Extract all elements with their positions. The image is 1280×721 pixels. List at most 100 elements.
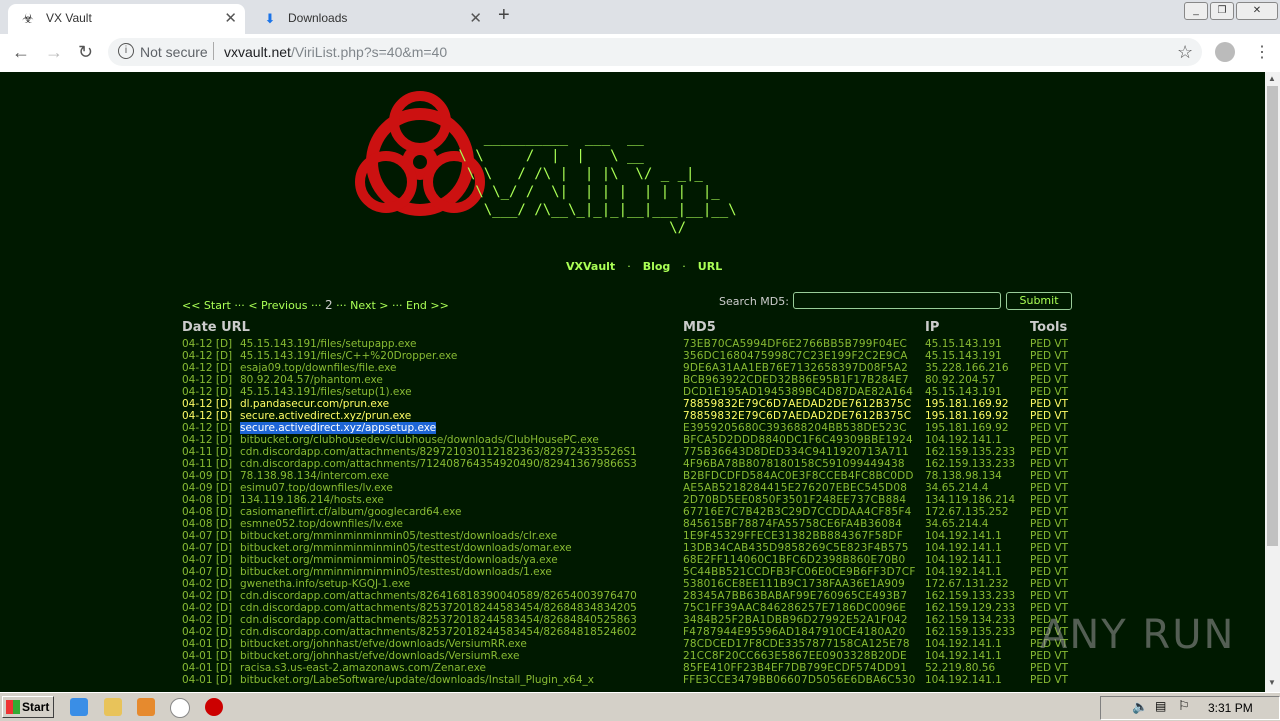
row-url-link[interactable]: cdn.discordapp.com/attachments/826416818… [240, 590, 637, 602]
row-ip-link[interactable]: 78.138.98.134 [925, 470, 1002, 482]
row-tools-links[interactable]: PED VT [1030, 530, 1068, 542]
address-bar[interactable]: i Not secure vxvault.net/ViriList.php?s=… [108, 38, 1202, 66]
row-ip-link[interactable]: 162.159.135.233 [925, 626, 1015, 638]
pager-start-link[interactable]: << Start [182, 299, 231, 312]
row-tools-links[interactable]: PED VT [1030, 458, 1068, 470]
row-md5-link[interactable]: 845615BF78874FA55758CE6FA4B36084 [683, 518, 902, 530]
row-tools-links[interactable]: PED VT [1030, 434, 1068, 446]
row-url-link[interactable]: 45.15.143.191/files/setup(1).exe [240, 386, 412, 398]
row-md5-link[interactable]: 1E9F45329FFECE31382BB884367F58DF [683, 530, 903, 542]
row-ip-link[interactable]: 134.119.186.214 [925, 494, 1015, 506]
row-url-link[interactable]: bitbucket.org/mminminminmin05/testtest/d… [240, 554, 558, 566]
row-url-link[interactable]: gwenetha.info/setup-KGQJ-1.exe [240, 578, 410, 590]
row-url-link[interactable]: bitbucket.org/clubhousedev/clubhouse/dow… [240, 434, 599, 446]
close-icon[interactable]: ✕ [469, 9, 482, 27]
row-ip-link[interactable]: 104.192.141.1 [925, 542, 1002, 554]
row-md5-link[interactable]: F4787944E95596AD1847910CE4180A20 [683, 626, 906, 638]
volume-icon[interactable]: 🔈 [1132, 699, 1148, 715]
row-url-link[interactable]: bitbucket.org/mminminminmin05/testtest/d… [240, 566, 552, 578]
restore-button[interactable]: ❐ [1210, 2, 1234, 20]
row-url-link[interactable]: cdn.discordapp.com/attachments/825372018… [240, 602, 637, 614]
row-md5-link[interactable]: FFE3CCE3479BB06607D5056E6DBA6C530 [683, 674, 915, 686]
row-md5-link[interactable]: 68E2FF114060C1BFC6D2398B860E70B0 [683, 554, 905, 566]
row-ip-link[interactable]: 104.192.141.1 [925, 554, 1002, 566]
row-ip-link[interactable]: 162.159.134.233 [925, 614, 1015, 626]
row-url-link[interactable]: bitbucket.org/mminminminmin05/testtest/d… [240, 542, 572, 554]
row-md5-link[interactable]: 775B36643D8DED334C9411920713A711 [683, 446, 909, 458]
row-url-link[interactable]: bitbucket.org/LabeSoftware/update/downlo… [240, 674, 594, 686]
row-tools-links[interactable]: PED VT [1030, 398, 1068, 410]
start-button[interactable]: Start [2, 696, 54, 718]
scrollbar-thumb[interactable] [1267, 86, 1278, 546]
row-ip-link[interactable]: 80.92.204.57 [925, 374, 995, 386]
row-url-link[interactable]: cdn.discordapp.com/attachments/829721030… [240, 446, 637, 458]
row-tools-links[interactable]: PED VT [1030, 362, 1068, 374]
menu-icon[interactable]: ⋮ [1254, 42, 1270, 62]
row-url-link[interactable]: dl.pandasecur.com/prun.exe [240, 398, 389, 410]
row-md5-link[interactable]: 75C1FF39AAC846286257E7186DC0096E [683, 602, 906, 614]
tab-vx-vault[interactable]: ☣ VX Vault ✕ [8, 4, 245, 34]
row-ip-link[interactable]: 45.15.143.191 [925, 386, 1002, 398]
row-ip-link[interactable]: 195.181.169.92 [925, 422, 1009, 434]
row-ip-link[interactable]: 172.67.131.232 [925, 578, 1009, 590]
window-close-button[interactable]: ✕ [1236, 2, 1278, 20]
chrome-icon[interactable] [170, 698, 190, 718]
row-ip-link[interactable]: 195.181.169.92 [925, 410, 1009, 422]
row-ip-link[interactable]: 104.192.141.1 [925, 650, 1002, 662]
row-tools-links[interactable]: PED VT [1030, 518, 1068, 530]
row-tools-links[interactable]: PED VT [1030, 554, 1068, 566]
nav-url-link[interactable]: URL [698, 260, 722, 273]
row-url-link[interactable]: esmne052.top/downfiles/lv.exe [240, 518, 403, 530]
row-ip-link[interactable]: 195.181.169.92 [925, 398, 1009, 410]
row-ip-link[interactable]: 52.219.80.56 [925, 662, 995, 674]
flag-icon[interactable]: ⚐ [1178, 698, 1190, 714]
row-url-link[interactable]: cdn.discordapp.com/attachments/825372018… [240, 626, 637, 638]
pager-prev-link[interactable]: < Previous [248, 299, 307, 312]
row-tools-links[interactable]: PED VT [1030, 386, 1068, 398]
stop-icon[interactable] [205, 698, 223, 716]
row-ip-link[interactable]: 45.15.143.191 [925, 338, 1002, 350]
row-md5-link[interactable]: BCB963922CDED32B86E95B1F17B284E7 [683, 374, 909, 386]
close-icon[interactable]: ✕ [224, 9, 237, 27]
explorer-icon[interactable] [104, 698, 122, 716]
row-md5-link[interactable]: E3959205680C393688204BB538DE523C [683, 422, 907, 434]
nav-blog-link[interactable]: Blog [643, 260, 671, 273]
row-md5-link[interactable]: 28345A7BB63BABAF99E760965CE493B7 [683, 590, 907, 602]
reload-icon[interactable]: ↻ [78, 42, 93, 63]
row-ip-link[interactable]: 162.159.135.233 [925, 446, 1015, 458]
row-md5-link[interactable]: 2D70BD5EE0850F3501F248EE737CB884 [683, 494, 906, 506]
row-url-link[interactable]: 45.15.143.191/files/setupapp.exe [240, 338, 416, 350]
row-md5-link[interactable]: 78CDCED17F8CDE3357877158CA125E78 [683, 638, 910, 650]
row-url-link[interactable]: bitbucket.org/johnhast/efve/downloads/Ve… [240, 650, 520, 662]
row-ip-link[interactable]: 104.192.141.1 [925, 530, 1002, 542]
ie-icon[interactable] [70, 698, 88, 716]
minimize-button[interactable]: _ [1184, 2, 1208, 20]
row-md5-link[interactable]: 5C44BB521CCDFB3FC06E0CE9B6FF3D7CF [683, 566, 916, 578]
info-icon[interactable]: i [118, 43, 134, 59]
search-md5-input[interactable] [793, 292, 1001, 309]
scroll-up-icon[interactable]: ▲ [1268, 74, 1276, 83]
row-url-link[interactable]: secure.activedirect.xyz/appsetup.exe [240, 422, 437, 434]
row-md5-link[interactable]: 4F96BA78B8078180158C591099449438 [683, 458, 905, 470]
row-ip-link[interactable]: 34.65.214.4 [925, 482, 988, 494]
row-tools-links[interactable]: PED VT [1030, 422, 1068, 434]
row-tools-links[interactable]: PED VT [1030, 542, 1068, 554]
row-md5-link[interactable]: 13DB34CAB435D9858269C5E823F4B575 [683, 542, 909, 554]
tab-downloads[interactable]: ⬇ Downloads ✕ [250, 4, 490, 34]
row-url-link[interactable]: casiomaneflirt.cf/album/googlecard64.exe [240, 506, 461, 518]
forward-icon[interactable]: → [45, 42, 63, 63]
row-ip-link[interactable]: 34.65.214.4 [925, 518, 988, 530]
row-md5-link[interactable]: 73EB70CA5994DF6E2766BB5B799F04EC [683, 338, 907, 350]
row-md5-link[interactable]: BFCA5D2DDD8840DC1F6C49309BBE1924 [683, 434, 913, 446]
row-url-link[interactable]: 78.138.98.134/intercom.exe [240, 470, 389, 482]
row-md5-link[interactable]: 3484B25F2BA1DBB96D27992E52A1F042 [683, 614, 908, 626]
row-url-link[interactable]: cdn.discordapp.com/attachments/825372018… [240, 614, 637, 626]
row-md5-link[interactable]: 85FE410FF23B4EF7DB799ECDF574DD91 [683, 662, 907, 674]
submit-button[interactable]: Submit [1006, 292, 1072, 310]
row-ip-link[interactable]: 104.192.141.1 [925, 674, 1002, 686]
pager-end-link[interactable]: End >> [406, 299, 449, 312]
row-md5-link[interactable]: 538016CE8EE111B9C1738FAA36E1A909 [683, 578, 905, 590]
row-md5-link[interactable]: 9DE6A31AA1EB76E7132658397D08F5A2 [683, 362, 908, 374]
row-ip-link[interactable]: 162.159.129.233 [925, 602, 1015, 614]
row-ip-link[interactable]: 104.192.141.1 [925, 566, 1002, 578]
